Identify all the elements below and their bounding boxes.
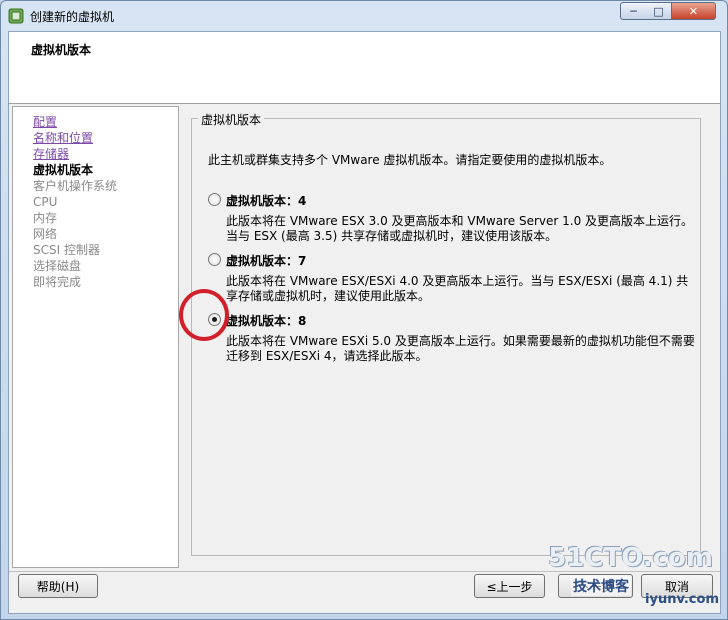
radio-version-7[interactable] (208, 253, 221, 266)
vm-app-icon (8, 8, 24, 24)
wizard-main-panel: 虚拟机版本 此主机或群集支持多个 VMware 虚拟机版本。请指定要使用的虚拟机… (185, 106, 713, 568)
nav-step-cpu: CPU (33, 195, 58, 209)
option-label-version-8[interactable]: 虚拟机版本：8 (226, 312, 306, 329)
nav-step-disk: 选择磁盘 (33, 259, 82, 273)
nav-step-storage[interactable]: 存储器 (33, 147, 69, 161)
intro-text: 此主机或群集支持多个 VMware 虚拟机版本。请指定要使用的虚拟机版本。 (208, 153, 612, 167)
help-button[interactable]: 帮助(H) (18, 574, 98, 598)
page-title: 虚拟机版本 (31, 43, 92, 57)
minimize-button[interactable]: ─ (620, 2, 647, 20)
back-button[interactable]: ≤上一步 (474, 574, 545, 598)
nav-step-finish: 即将完成 (33, 275, 82, 289)
radio-version-4[interactable] (208, 193, 221, 206)
wizard-step-list: 配置 名称和位置 存储器 虚拟机版本 客户机操作系统 CPU 内存 网络 SCS… (12, 106, 179, 568)
nav-step-scsi: SCSI 控制器 (33, 243, 100, 257)
watermark-line3: iyunv.com (645, 592, 719, 607)
maximize-icon: □ (653, 4, 664, 18)
nav-step-vm-version: 虚拟机版本 (33, 163, 94, 177)
vm-version-group: 虚拟机版本 此主机或群集支持多个 VMware 虚拟机版本。请指定要使用的虚拟机… (191, 111, 701, 556)
option-label-version-7[interactable]: 虚拟机版本：7 (226, 252, 306, 269)
nav-step-guest-os: 客户机操作系统 (33, 179, 118, 193)
wizard-header: 虚拟机版本 (9, 32, 720, 104)
watermark-line1: 51CTO.com (548, 543, 713, 573)
maximize-button[interactable]: □ (646, 2, 672, 20)
close-icon: ✕ (688, 4, 699, 18)
option-label-version-4[interactable]: 虚拟机版本：4 (226, 192, 306, 209)
nav-step-name-location[interactable]: 名称和位置 (33, 131, 93, 145)
nav-step-config[interactable]: 配置 (33, 115, 57, 129)
window-title: 创建新的虚拟机 (30, 10, 115, 24)
watermark: 51CTO.com 技术博客 iyunv.com (548, 543, 721, 613)
option-desc-version-7: 此版本将在 VMware ESX/ESXi 4.0 及更高版本上运行。当与 ES… (226, 274, 689, 303)
title-bar[interactable]: 创建新的虚拟机 ─ □ ✕ (1, 1, 727, 31)
annotation-circle (179, 289, 229, 341)
option-desc-version-8: 此版本将在 VMware ESXi 5.0 及更高版本上运行。如果需要最新的虚拟… (226, 334, 695, 363)
wizard-window: 创建新的虚拟机 ─ □ ✕ 虚拟机版本 配置 名称和位置 存储器 虚拟机版本 客… (0, 0, 728, 620)
wizard-client-area: 虚拟机版本 配置 名称和位置 存储器 虚拟机版本 客户机操作系统 CPU 内存 … (8, 31, 721, 614)
option-desc-version-4: 此版本将在 VMware ESX 3.0 及更高版本和 VMware Serve… (226, 214, 694, 243)
nav-step-network: 网络 (33, 227, 58, 241)
minimize-icon: ─ (630, 4, 637, 18)
group-label: 虚拟机版本 (198, 111, 265, 128)
watermark-line2: 技术博客 (571, 576, 631, 596)
close-button[interactable]: ✕ (671, 2, 716, 20)
nav-step-memory: 内存 (33, 211, 58, 225)
